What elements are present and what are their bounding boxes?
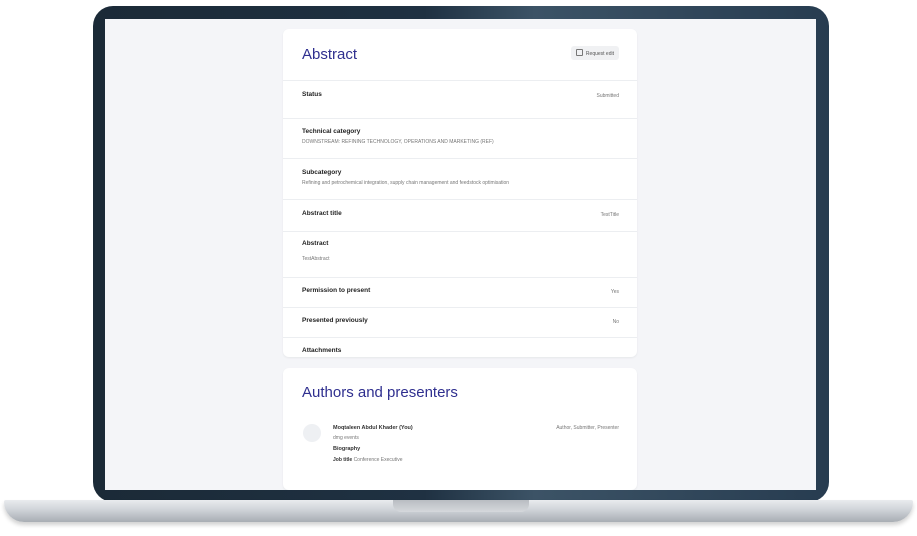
author-roles: Author, Submitter, Presenter xyxy=(556,425,619,431)
abstract-body-row: Abstract TestAbstract xyxy=(283,231,637,278)
job-title-value: Conference Executive xyxy=(353,457,403,463)
request-edit-label: Request edit xyxy=(585,51,614,57)
laptop-notch xyxy=(393,500,529,512)
abstract-heading: Abstract xyxy=(302,46,358,63)
abstract-title-label: Abstract title xyxy=(302,210,342,217)
authors-heading: Authors and presenters xyxy=(302,384,458,401)
job-title-line: Job title Conference Executive xyxy=(333,457,402,463)
subcategory-label: Subcategory xyxy=(302,169,342,176)
attachments-row: Attachments xyxy=(283,337,637,358)
author-name: Moqtaleen Abdul Khader (You) xyxy=(333,425,413,431)
abstract-body-value: TestAbstract xyxy=(302,256,330,262)
edit-icon xyxy=(575,49,583,56)
job-title-label: Job title xyxy=(333,457,353,463)
presented-previously-label: Presented previously xyxy=(302,317,368,324)
status-value: Submitted xyxy=(596,93,619,99)
technical-category-label: Technical category xyxy=(302,128,361,135)
abstract-title-row: Abstract title TestTitle xyxy=(283,199,637,232)
attachments-label: Attachments xyxy=(302,347,342,354)
avatar xyxy=(303,424,321,442)
abstract-title-value: TestTitle xyxy=(600,212,619,218)
status-label: Status xyxy=(302,91,322,98)
status-row: Status Submitted xyxy=(283,80,637,119)
permission-value: Yes xyxy=(610,289,619,295)
permission-label: Permission to present xyxy=(302,287,371,294)
author-organization: dmg events xyxy=(333,435,359,441)
laptop-screen: Abstract Request edit Status Submitted T… xyxy=(105,19,816,490)
presented-previously-value: No xyxy=(612,319,619,325)
request-edit-button[interactable]: Request edit xyxy=(570,46,619,60)
biography-label: Biography xyxy=(333,446,361,452)
technical-category-value: DOWNSTREAM: REFINING TECHNOLOGY, OPERATI… xyxy=(302,139,494,145)
subcategory-row: Subcategory Refining and petrochemical i… xyxy=(283,158,637,200)
abstract-card: Abstract Request edit Status Submitted T… xyxy=(283,29,637,357)
subcategory-value: Refining and petrochemical integration, … xyxy=(302,180,510,186)
presented-previously-row: Presented previously No xyxy=(283,307,637,338)
abstract-body-label: Abstract xyxy=(302,240,329,247)
technical-category-row: Technical category DOWNSTREAM: REFINING … xyxy=(283,118,637,159)
permission-row: Permission to present Yes xyxy=(283,277,637,308)
authors-card: Authors and presenters Moqtaleen Abdul K… xyxy=(283,368,637,490)
